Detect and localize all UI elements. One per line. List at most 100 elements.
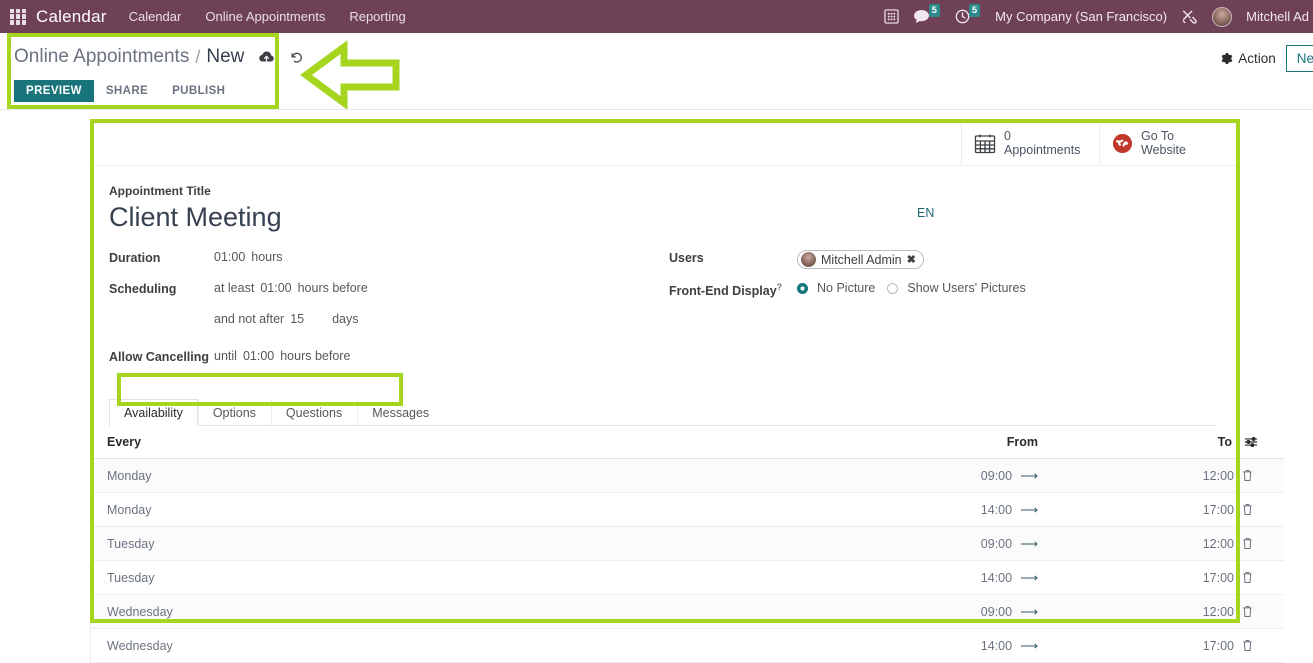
row-delete-button[interactable] [1240,458,1284,493]
front-end-display-label-text: Front-End Display [669,284,777,299]
cancel-hours-value[interactable]: 01:00 [243,349,274,363]
tab-options[interactable]: Options [197,399,271,426]
help-icon[interactable]: ? [777,282,783,292]
allow-cancelling-label: Allow Cancelling [109,350,210,364]
column-header-to[interactable]: To [1046,426,1240,459]
stat-button-appointments[interactable]: 0 Appointments [961,121,1099,165]
row-to[interactable]: 17:00 [1046,560,1240,595]
table-header-row: Every From To [91,426,1284,459]
radio-show-pictures-label[interactable]: Show Users' Pictures [907,281,1025,295]
row-delete-button[interactable] [1240,526,1284,561]
row-every[interactable]: Monday [91,492,902,527]
messages-counter[interactable]: 5 [913,4,941,24]
radio-option-no-picture[interactable]: No Picture [797,281,875,295]
column-options-icon[interactable] [1240,426,1284,459]
row-from[interactable]: 14:00 ⟶ [902,492,1046,527]
row-from[interactable]: 14:00 ⟶ [902,628,1046,663]
scheduling-min-hours-value[interactable]: 01:00 [260,281,291,295]
scheduling-max-days-value[interactable]: 15 [290,312,304,326]
row-every[interactable]: Wednesday [91,628,902,663]
users-label: Users [669,251,704,265]
radio-show-pictures-input[interactable] [887,282,899,294]
user-menu[interactable]: Mitchell Ad [1246,9,1309,24]
row-from[interactable]: 09:00 ⟶ [902,458,1046,493]
form-sheet-wrapper: 0 Appointments Go To Website Appointment… [0,110,1313,663]
app-brand[interactable]: Calendar [36,7,107,27]
wrench-screwdriver-icon[interactable] [1181,9,1198,25]
dialpad-icon[interactable] [883,9,899,24]
publish-button[interactable]: PUBLISH [160,80,237,102]
row-from[interactable]: 14:00 ⟶ [902,560,1046,595]
row-to[interactable]: 12:00 [1046,594,1240,629]
duration-value[interactable]: 01:00 [214,250,245,264]
table-row[interactable]: Tuesday 09:00 ⟶ 12:00 [91,526,1284,561]
arrow-right-icon: ⟶ [1020,639,1038,653]
notebook-tabs: Availability Options Questions Messages [109,398,1215,426]
scheduling-suffix: hours before [297,281,368,295]
field-duration: Duration 01:00 hours [109,250,669,269]
breadcrumb: Online Appointments / New [0,33,1313,71]
table-row[interactable]: Wednesday 09:00 ⟶ 12:00 [91,594,1284,629]
action-menu[interactable]: Action [1210,47,1286,70]
preview-button[interactable]: PREVIEW [14,80,94,102]
row-from[interactable]: 09:00 ⟶ [902,594,1046,629]
tab-questions[interactable]: Questions [270,399,357,426]
nav-item-reporting[interactable]: Reporting [349,9,405,24]
tag-avatar [801,252,816,267]
row-to[interactable]: 17:00 [1046,492,1240,527]
user-tag-mitchell-admin[interactable]: Mitchell Admin ✖ [797,250,924,269]
row-delete-button[interactable] [1240,594,1284,629]
apps-grid-icon[interactable] [10,8,26,25]
website-line2: Website [1141,143,1186,157]
row-delete-button[interactable] [1240,560,1284,595]
activities-counter[interactable]: 5 [955,4,981,24]
row-every[interactable]: Wednesday [91,594,902,629]
row-delete-button[interactable] [1240,492,1284,527]
row-every[interactable]: Tuesday [91,560,902,595]
nav-item-online-appointments[interactable]: Online Appointments [205,9,325,24]
close-icon[interactable]: ✖ [907,253,916,266]
row-delete-button[interactable] [1240,628,1284,663]
company-switcher[interactable]: My Company (San Francisco) [995,9,1167,24]
cancel-prefix: until [214,349,237,363]
website-line1: Go To [1141,129,1175,143]
cloud-upload-icon[interactable] [258,50,275,64]
radio-no-picture-input[interactable] [797,282,808,294]
row-to[interactable]: 17:00 [1046,628,1240,663]
calendar-icon [974,133,996,154]
stat-button-go-to-website[interactable]: Go To Website [1099,121,1237,165]
nav-item-calendar[interactable]: Calendar [129,9,182,24]
column-header-from[interactable]: From [902,426,1046,459]
scheduling-max-prefix: and not after [214,312,285,326]
gear-icon [1220,52,1233,65]
front-end-display-label: Front-End Display? [669,281,797,298]
breadcrumb-parent[interactable]: Online Appointments [14,46,189,68]
radio-no-picture-label[interactable]: No Picture [817,281,875,295]
undo-icon[interactable] [289,50,304,64]
column-header-every[interactable]: Every [91,426,902,459]
field-scheduling-max: and not after 15 days [109,312,669,331]
publish-button-group: PREVIEW SHARE PUBLISH [0,80,1313,102]
appointment-title-input[interactable]: Client Meeting [109,200,1215,234]
new-button[interactable]: Ne [1285,45,1313,72]
row-from[interactable]: 09:00 ⟶ [902,526,1046,561]
scheduling-label: Scheduling [109,282,177,296]
row-to[interactable]: 12:00 [1046,526,1240,561]
table-body: Monday 09:00 ⟶ 12:00 Monday 14:00 ⟶ 17:00 [91,458,1284,663]
table-row[interactable]: Monday 14:00 ⟶ 17:00 [91,492,1284,527]
language-badge[interactable]: EN [917,206,934,220]
table-row[interactable]: Monday 09:00 ⟶ 12:00 [91,458,1284,493]
row-every[interactable]: Tuesday [91,526,902,561]
row-every[interactable]: Monday [91,458,902,493]
scheduling-max-label [109,312,214,313]
avatar[interactable] [1212,6,1233,27]
odoo-calendar-appointment-form: Calendar Calendar Online Appointments Re… [0,0,1313,663]
tab-messages[interactable]: Messages [357,399,444,426]
tab-availability[interactable]: Availability [109,399,198,426]
radio-option-show-pictures[interactable]: Show Users' Pictures [887,281,1026,295]
table-row[interactable]: Tuesday 14:00 ⟶ 17:00 [91,560,1284,595]
row-to[interactable]: 12:00 [1046,458,1240,493]
table-row[interactable]: Wednesday 14:00 ⟶ 17:00 [91,628,1284,663]
share-button[interactable]: SHARE [94,80,160,102]
user-tag-label: Mitchell Admin [821,252,902,267]
